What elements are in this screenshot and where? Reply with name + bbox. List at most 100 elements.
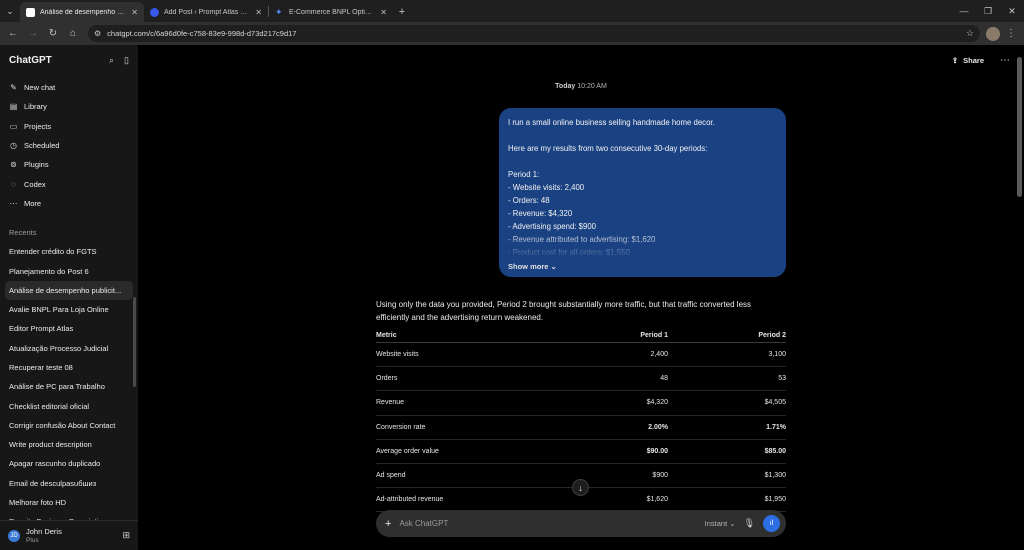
plugin-icon: ⊚	[10, 160, 17, 170]
sidebar-scrollbar[interactable]	[133, 297, 136, 387]
sidebar-item-label: More	[24, 198, 42, 208]
conversation-header: ⇪ Share ⋯	[952, 55, 1010, 66]
home-icon[interactable]: ⌂	[64, 25, 82, 43]
sidebar-recent-chat[interactable]: Planejamento do Post 6	[5, 261, 133, 280]
forward-icon[interactable]: →	[24, 25, 42, 43]
period2-cell: 3,100	[768, 351, 786, 359]
tab-close-icon[interactable]: ✕	[255, 8, 262, 17]
site-info-icon[interactable]: ⚙	[94, 29, 101, 38]
period1-cell: $1,620	[646, 496, 668, 504]
sidebar-item-scheduled[interactable]: ◷ Scheduled	[5, 136, 133, 155]
message-composer: + Instant ⌄ 🎙 ıl	[376, 510, 786, 537]
metric-cell: Ad spend	[376, 472, 406, 480]
main-scrollbar[interactable]	[1016, 45, 1022, 550]
sidebar-recent-chat[interactable]: Análise de PC para Trabalho	[5, 377, 133, 396]
reload-icon[interactable]: ↻	[44, 25, 62, 43]
bookmark-star-icon[interactable]: ☆	[966, 28, 974, 39]
prompt-input[interactable]	[399, 519, 697, 528]
wordpress-favicon-icon	[150, 7, 159, 17]
window-controls: — ❐ ✕	[952, 0, 1024, 22]
arrow-down-icon: ↓	[578, 482, 583, 493]
sidebar-recent-chat[interactable]: Corrigir confusão About Contact	[5, 416, 133, 435]
apps-icon[interactable]: ⊞	[122, 530, 130, 541]
conversation-area: ⇪ Share ⋯ Today 10:20 AM I run a small o…	[138, 45, 1024, 550]
period2-cell: 1.71%	[766, 423, 786, 431]
profile-avatar-icon[interactable]	[986, 26, 1000, 41]
clock-icon: ◷	[10, 141, 17, 151]
user-menu[interactable]: JD John Deris Plus ⊞	[0, 520, 138, 550]
sidebar-recent-chat[interactable]: Avalie BNPL Para Loja Online	[5, 300, 133, 319]
search-icon[interactable]: ⌕	[109, 55, 114, 66]
microphone-icon[interactable]: 🎙	[744, 518, 755, 529]
library-icon: ▤	[9, 102, 18, 112]
browser-menu-icon[interactable]: ⋮	[1002, 25, 1020, 43]
share-button[interactable]: ⇪ Share	[952, 56, 984, 65]
tab-search-icon[interactable]: ⌄	[0, 0, 20, 22]
minimize-icon[interactable]: —	[952, 0, 976, 22]
browser-tab-2[interactable]: ✦ E-Commerce BNPL Options for ✕	[269, 2, 393, 22]
sidebar-item-projects[interactable]: ▭ Projects	[5, 117, 133, 136]
model-selector[interactable]: Instant ⌄	[705, 519, 736, 528]
scrollbar-thumb[interactable]	[1017, 57, 1022, 197]
address-bar[interactable]: ⚙ chatgpt.com/c/6a96d0fe-c758-83e9-998d-…	[88, 25, 980, 42]
gemini-favicon-icon: ✦	[275, 6, 283, 17]
sidebar-recent-chat[interactable]: Entender crédito do FGTS	[5, 242, 133, 261]
voice-mode-button[interactable]: ıl	[763, 515, 780, 532]
tab-close-icon[interactable]: ✕	[131, 8, 138, 17]
sidebar-recent-chat[interactable]: Editor Prompt Atlas	[5, 319, 133, 338]
metric-cell: Revenue	[376, 399, 405, 407]
sidebar-recent-chat[interactable]: Melhorar foto HD	[5, 493, 133, 512]
period2-cell: $85.00	[764, 447, 786, 455]
sidebar-item-library[interactable]: ▤ Library	[5, 97, 133, 116]
sidebar-recent-chat[interactable]: Análise de desempenho publicit...	[5, 280, 133, 300]
share-label: Share	[963, 56, 984, 65]
scroll-to-bottom-button[interactable]: ↓	[572, 479, 589, 496]
show-more-button[interactable]: Show more ⌄	[508, 262, 557, 271]
browser-tab-0[interactable]: Análise de desempenho publicitário ✕	[20, 2, 144, 22]
recents-list: Entender crédito do FGTS Planejamento do …	[0, 242, 138, 522]
chatgpt-favicon-icon	[26, 7, 35, 17]
new-tab-icon[interactable]: +	[393, 2, 411, 22]
tab-title: Análise de desempenho publicitário	[40, 8, 126, 16]
table-row: Website visits 2,400 3,100	[376, 343, 786, 368]
table-row: Orders 48 53	[376, 367, 786, 392]
sidebar-item-label: Codex	[24, 179, 46, 189]
folder-icon: ▭	[9, 121, 18, 131]
url-text: chatgpt.com/c/6a96d0fe-c758-83e9-998d-d7…	[107, 29, 297, 38]
sidebar: ChatGPT ⌕ ▯ ✎ New chat ▤ Library ▭ Projects…	[0, 45, 138, 550]
period1-cell: 48	[660, 375, 668, 383]
sidebar-item-new-chat[interactable]: ✎ New chat	[5, 78, 133, 97]
app-logo[interactable]: ChatGPT	[9, 55, 52, 66]
sidebar-item-codex[interactable]: ◌ Codex	[5, 174, 133, 193]
user-message-bubble: I run a small online business selling ha…	[499, 108, 786, 277]
compose-icon: ✎	[10, 83, 17, 93]
sidebar-recent-chat[interactable]: Checklist editorial oficial	[5, 396, 133, 415]
sidebar-recent-chat[interactable]: Write product description	[5, 435, 133, 454]
more-options-icon[interactable]: ⋯	[1000, 55, 1010, 66]
sidebar-recent-chat[interactable]: Atualização Processo Judicial	[5, 339, 133, 358]
restore-icon[interactable]: ❐	[976, 0, 1000, 22]
sidebar-item-label: Library	[24, 102, 47, 112]
close-window-icon[interactable]: ✕	[1000, 0, 1024, 22]
user-message-line: - Revenue: $4,320	[508, 209, 573, 218]
period2-cell: 53	[778, 375, 786, 383]
sidebar-toggle-icon[interactable]: ▯	[124, 55, 129, 66]
sidebar-item-more[interactable]: ⋯ More	[5, 194, 133, 213]
user-plan: Plus	[26, 537, 39, 544]
sidebar-item-plugins[interactable]: ⊚ Plugins	[5, 155, 133, 174]
sidebar-recent-chat[interactable]: Recuperar teste 08	[5, 358, 133, 377]
user-message-line: - Orders: 48	[508, 196, 550, 205]
avatar[interactable]: JD	[8, 529, 20, 542]
browser-tab-1[interactable]: Add Post ‹ Prompt Atlas — Wo ✕	[144, 2, 268, 22]
metric-cell: Conversion rate	[376, 423, 426, 431]
sidebar-item-label: Projects	[24, 121, 52, 131]
sidebar-recent-chat[interactable]: Apagar rascunho duplicado	[5, 454, 133, 473]
add-attachment-icon[interactable]: +	[385, 518, 391, 530]
back-icon[interactable]: ←	[4, 25, 22, 43]
more-icon: ⋯	[9, 198, 18, 208]
timestamp-day: Today	[555, 83, 576, 90]
tab-close-icon[interactable]: ✕	[380, 8, 387, 17]
sidebar-recent-chat[interactable]: Email de desculpasuбшиз	[5, 474, 133, 493]
waveform-icon: ıl	[769, 520, 774, 527]
user-message-line	[508, 129, 777, 142]
